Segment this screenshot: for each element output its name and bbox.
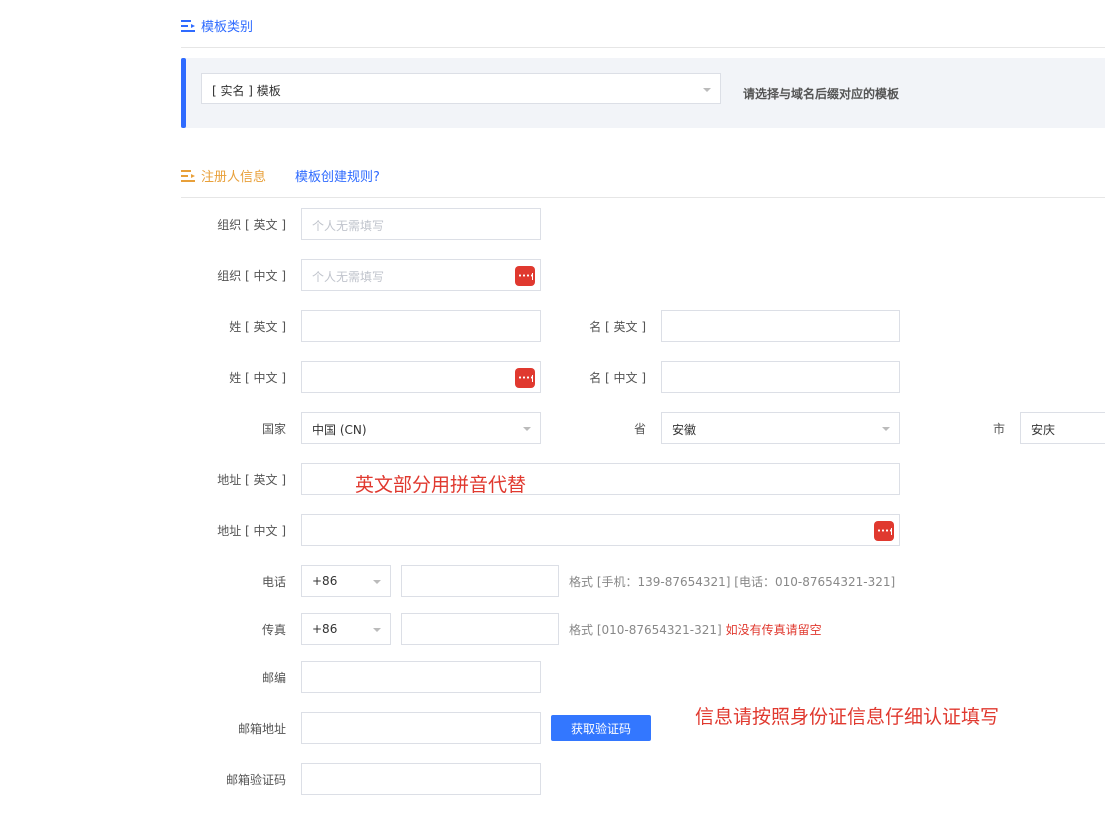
email-code-input[interactable] xyxy=(301,763,541,795)
template-rules-link[interactable]: 模板创建规则? xyxy=(295,166,380,185)
postcode-input[interactable] xyxy=(301,661,541,693)
last-cn-input[interactable] xyxy=(301,361,541,393)
fax-input[interactable] xyxy=(401,613,559,645)
org-cn-input[interactable]: 个人无需填写 xyxy=(301,259,541,291)
template-section-title: 模板类别 xyxy=(201,20,254,35)
fax-code-select[interactable]: +86 xyxy=(301,613,391,645)
registrant-section-title: 注册人信息 xyxy=(201,170,267,185)
list-icon xyxy=(181,19,195,32)
template-hint: 请选择与域名后缀对应的模板 xyxy=(743,87,900,101)
id-info-annotation: 信息请按照身份证信息仔细认证填写 xyxy=(695,706,1000,728)
postcode-label: 邮编 xyxy=(261,671,286,685)
city-value: 安庆 xyxy=(1031,423,1056,437)
email-label: 邮箱地址 xyxy=(237,722,286,736)
chevron-down-icon xyxy=(703,88,711,92)
list-icon xyxy=(181,169,195,182)
registrant-section-header: 注册人信息 xyxy=(181,166,266,185)
last-cn-label: 姓 [ 中文 ] xyxy=(229,371,286,385)
last-en-label: 姓 [ 英文 ] xyxy=(229,320,286,334)
keyboard-icon[interactable] xyxy=(515,368,535,388)
country-label: 国家 xyxy=(261,422,286,436)
country-select[interactable]: 中国 (CN) xyxy=(301,412,541,444)
email-input[interactable] xyxy=(301,712,541,744)
fax-label: 传真 xyxy=(261,623,286,637)
fax-code-value: +86 xyxy=(312,622,338,636)
phone-input[interactable] xyxy=(401,565,559,597)
phone-code-value: +86 xyxy=(312,574,338,588)
keyboard-icon[interactable] xyxy=(874,521,894,541)
keyboard-icon[interactable] xyxy=(515,266,535,286)
addr-cn-input[interactable] xyxy=(301,514,900,546)
phone-label: 电话 xyxy=(261,575,286,589)
city-select[interactable]: 安庆 xyxy=(1020,412,1105,444)
phone-format: 格式 [手机：139-87654321] [电话：010-87654321-32… xyxy=(569,575,896,589)
org-cn-placeholder: 个人无需填写 xyxy=(312,270,385,284)
chevron-down-icon xyxy=(373,580,381,584)
fax-note: 如没有传真请留空 xyxy=(725,623,822,637)
org-en-input[interactable]: 个人无需填写 xyxy=(301,208,541,240)
fax-hint: 格式 [010-87654321-321] 如没有传真请留空 xyxy=(569,621,822,638)
addr-cn-label: 地址 [ 中文 ] xyxy=(217,524,286,538)
first-en-label: 名 [ 英文 ] xyxy=(589,320,646,334)
divider xyxy=(181,47,1105,48)
get-code-button[interactable]: 获取验证码 xyxy=(551,715,651,741)
divider xyxy=(181,197,1105,198)
first-cn-input[interactable] xyxy=(661,361,900,393)
country-value: 中国 (CN) xyxy=(312,423,367,437)
chevron-down-icon xyxy=(373,628,381,632)
province-value: 安徽 xyxy=(672,423,697,437)
first-en-input[interactable] xyxy=(661,310,900,342)
template-select[interactable]: [ 实名 ] 模板 xyxy=(201,73,721,104)
email-code-label: 邮箱验证码 xyxy=(225,773,286,787)
template-section-header: 模板类别 xyxy=(181,16,253,35)
first-cn-label: 名 [ 中文 ] xyxy=(589,371,646,385)
org-en-label: 组织 [ 英文 ] xyxy=(217,218,286,232)
template-select-value: [ 实名 ] 模板 xyxy=(212,84,281,98)
addr-en-label: 地址 [ 英文 ] xyxy=(217,473,286,487)
org-en-placeholder: 个人无需填写 xyxy=(312,219,385,233)
pinyin-annotation: 英文部分用拼音代替 xyxy=(355,474,527,496)
province-select[interactable]: 安徽 xyxy=(661,412,900,444)
province-label: 省 xyxy=(633,422,646,436)
last-en-input[interactable] xyxy=(301,310,541,342)
phone-code-select[interactable]: +86 xyxy=(301,565,391,597)
fax-format: 格式 [010-87654321-321] xyxy=(569,623,722,637)
chevron-down-icon xyxy=(523,427,531,431)
chevron-down-icon xyxy=(882,427,890,431)
city-label: 市 xyxy=(992,422,1005,436)
org-cn-label: 组织 [ 中文 ] xyxy=(217,269,286,283)
